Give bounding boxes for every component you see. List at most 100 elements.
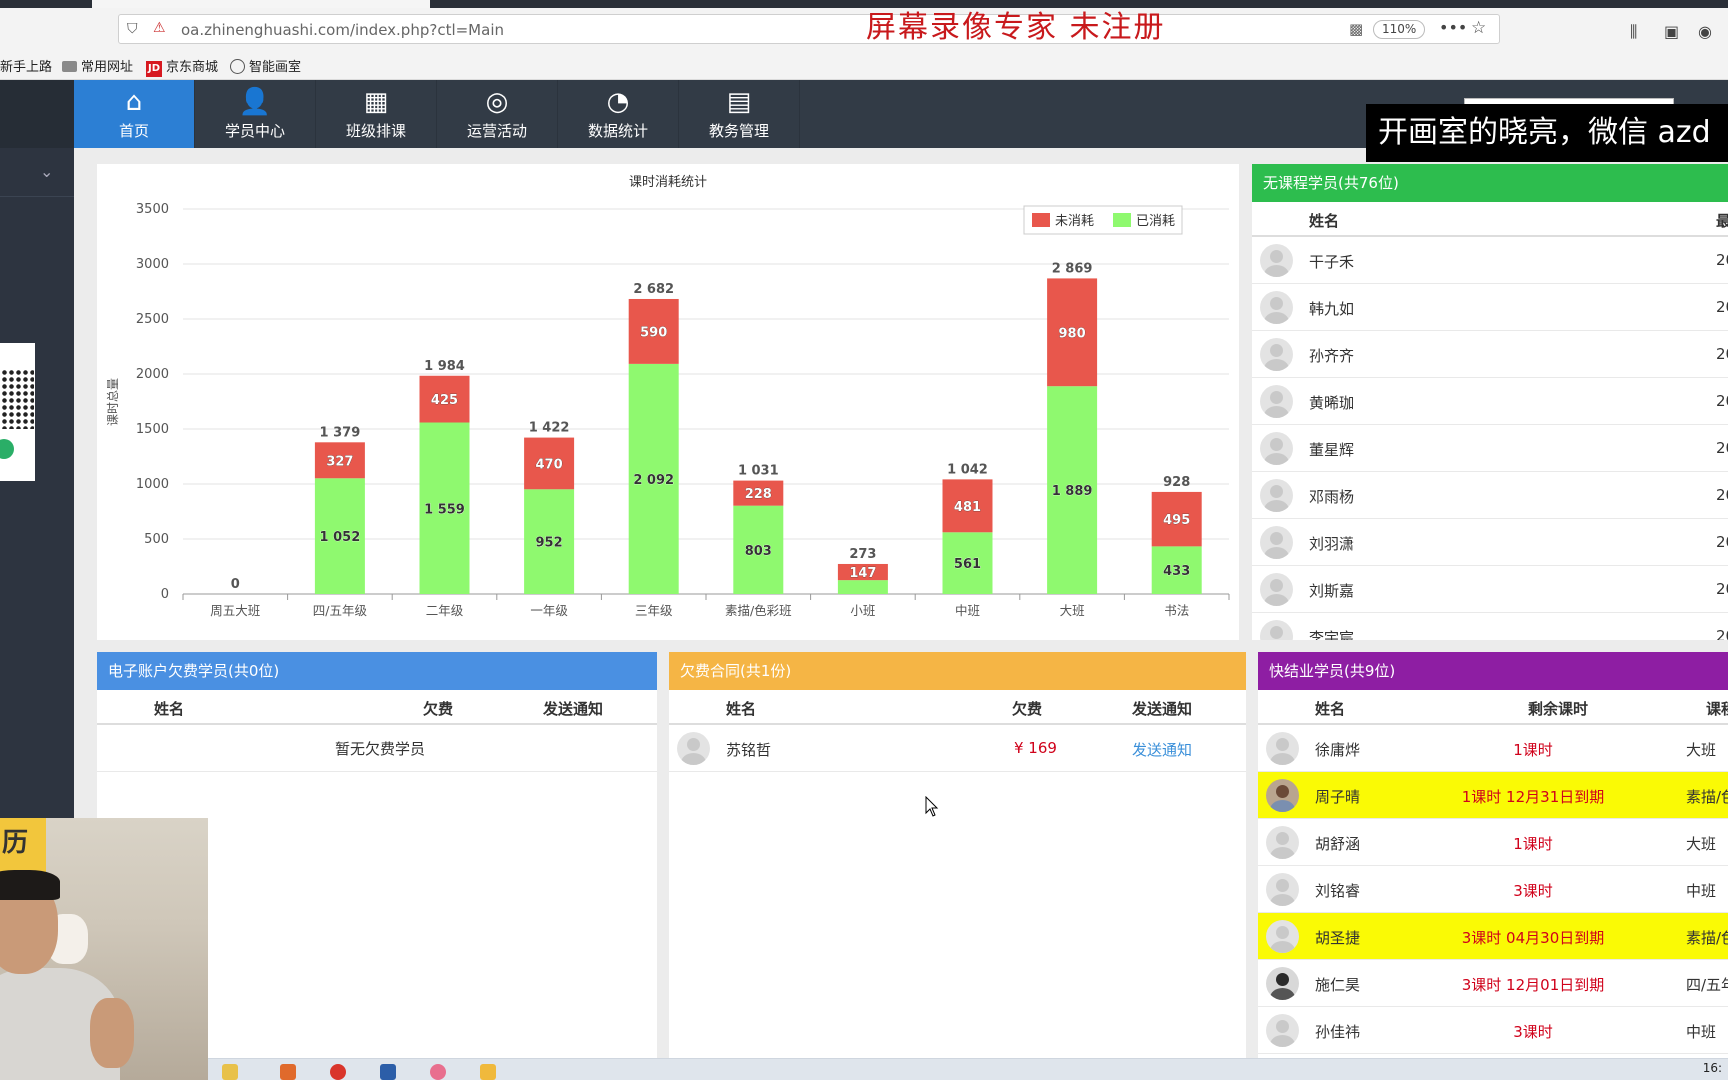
student-name[interactable]: 苏铭哲 (726, 739, 771, 760)
send-notice-link[interactable]: 发送通知 (1132, 739, 1192, 760)
col-course: 课程 (1706, 700, 1728, 718)
student-name[interactable]: 李宇宸 (1309, 627, 1354, 640)
student-name[interactable]: 干子禾 (1309, 251, 1354, 272)
course-name: 大班 (1686, 835, 1717, 853)
col-notify: 发送通知 (1132, 700, 1193, 718)
student-name[interactable]: 刘羽潇 (1309, 533, 1354, 554)
address-bar[interactable]: ⛉ ⚠ oa.zhinenghuashi.com/index.php?ctl=M… (118, 14, 1500, 44)
bookmark-star-icon[interactable]: ☆ (1471, 18, 1486, 38)
app-icon[interactable] (280, 1064, 296, 1080)
nav-item-label: 数据统计 (587, 122, 648, 140)
qr-code-image (0, 369, 34, 429)
library-icon[interactable]: ⫼ (1630, 22, 1637, 42)
student-name[interactable]: 孙佳祎 (1315, 1021, 1360, 1042)
nav-item-4[interactable]: ◔ 数据统计 (558, 80, 679, 148)
bookmark-smart-studio[interactable]: 智能画室 (230, 56, 301, 75)
bookmark-new-user[interactable]: 新手上路 (0, 56, 52, 75)
app-icon[interactable] (380, 1064, 396, 1080)
col-name: 姓名 (1315, 700, 1346, 718)
last-date: 20 (1716, 533, 1728, 551)
shield-icon[interactable]: ⛉ (127, 21, 138, 37)
avatar (1260, 526, 1293, 559)
y-tick-label: 3500 (136, 202, 169, 217)
sidebar-divider (0, 196, 74, 197)
document-gear-icon: ▤ (726, 87, 752, 117)
student-name[interactable]: 徐庸烨 (1315, 739, 1360, 760)
y-tick-label: 0 (161, 587, 169, 602)
chart-legend: 未消耗 已消耗 (1023, 205, 1183, 235)
last-date: 20 (1716, 345, 1728, 363)
legend-swatch-remaining[interactable] (1032, 213, 1050, 227)
student-name[interactable]: 施仁昊 (1315, 974, 1360, 995)
folder-icon[interactable] (222, 1064, 238, 1080)
student-name[interactable]: 周子晴 (1315, 786, 1360, 807)
more-icon[interactable]: ••• (1439, 18, 1467, 37)
remaining-lessons: 3课时 04月30日到期 (1461, 929, 1605, 947)
nav-item-0[interactable]: ⌂ 首页 (74, 80, 195, 148)
student-name[interactable]: 孙齐齐 (1309, 345, 1354, 366)
x-tick-label: 一年级 (530, 603, 568, 618)
calendar-icon: ▦ (363, 87, 389, 117)
chart-svg: 课时消耗统计 0 500 1000 1500 2000 2500 3000 3500 课时总量周五… (106, 175, 1230, 618)
table-row: 李宇宸 20 (1252, 613, 1728, 640)
bar-total-label: 1 379 (320, 425, 361, 440)
no-course-students-panel: 无课程学员(共76位) 姓名 最 干子禾20韩九如20孙齐齐20黄晞珈20董星辉… (1252, 164, 1728, 640)
legend-swatch-consumed[interactable] (1113, 213, 1131, 227)
col-arrears: 欠费 (1012, 700, 1043, 718)
zoom-level[interactable]: 110% (1373, 20, 1426, 39)
nav-item-1[interactable]: 👤 学员中心 (195, 80, 316, 148)
bar-label-consumed: 2 092 (633, 473, 674, 488)
bookmark-label: 常用网址 (81, 60, 134, 75)
student-name[interactable]: 邓雨杨 (1309, 486, 1354, 507)
student-name[interactable]: 黄晞珈 (1309, 392, 1354, 413)
y-tick-label: 500 (144, 532, 169, 547)
col-last: 最 (1716, 212, 1728, 230)
jd-logo-icon: JD (146, 61, 162, 77)
browser-tab-strip (0, 0, 1728, 8)
student-name[interactable]: 胡圣捷 (1315, 927, 1360, 948)
qr-code-icon[interactable]: ▩ (1349, 20, 1363, 38)
panel-title: 电子账户欠费学员(共0位) (97, 652, 657, 690)
legend-label-consumed[interactable]: 已消耗 (1136, 214, 1175, 229)
student-name[interactable]: 韩九如 (1309, 298, 1354, 319)
browser-toolbar: ⛉ ⚠ oa.zhinenghuashi.com/index.php?ctl=M… (0, 8, 1728, 50)
student-name[interactable]: 刘斯嘉 (1309, 580, 1354, 601)
last-date: 20 (1716, 580, 1728, 598)
arrears-contract-panel: 欠费合同(共1份) 姓名 欠费 发送通知 苏铭哲 ¥ 169 发送通知 (669, 652, 1246, 1080)
pie-chart-icon: ◔ (606, 87, 630, 117)
panel-title: 快结业学员(共9位) (1258, 652, 1728, 690)
course-name: 中班 (1686, 882, 1717, 900)
nav-item-2[interactable]: ▦ 班级排课 (316, 80, 437, 148)
student-name[interactable]: 刘铭睿 (1315, 880, 1360, 901)
course-name: 中班 (1686, 1023, 1717, 1041)
browser-active-tab[interactable] (92, 0, 430, 8)
avatar (1266, 779, 1299, 812)
insecure-lock-icon[interactable]: ⚠ (153, 20, 166, 36)
sidebar-toggle-icon[interactable]: ▣ (1664, 22, 1679, 41)
col-arrears: 欠费 (423, 700, 454, 718)
account-icon[interactable]: ◉ (1698, 22, 1712, 41)
url-text[interactable]: oa.zhinenghuashi.com/index.php?ctl=Main (181, 21, 504, 39)
bookmark-jd[interactable]: JD 京东商城 (146, 56, 218, 77)
course-name: 素描/色 (1686, 929, 1728, 947)
lifebuoy-icon: ◎ (485, 87, 509, 117)
nav-item-3[interactable]: ◎ 运营活动 (437, 80, 558, 148)
nav-item-5[interactable]: ▤ 教务管理 (679, 80, 800, 148)
student-name[interactable]: 董星辉 (1309, 439, 1354, 460)
app-icon[interactable] (430, 1064, 446, 1080)
legend-label-remaining[interactable]: 未消耗 (1055, 214, 1094, 229)
last-date: 20 (1716, 392, 1728, 410)
course-name: 素描/色 (1686, 788, 1728, 806)
table-row: 刘羽潇 20 (1252, 519, 1728, 566)
mouse-cursor-icon (925, 796, 939, 817)
bookmark-common-sites[interactable]: 常用网址 (62, 56, 133, 75)
bar-label-consumed: 561 (954, 557, 981, 572)
student-name[interactable]: 胡舒涵 (1315, 833, 1360, 854)
chevron-down-icon[interactable]: ⌄ (40, 162, 53, 181)
record-icon[interactable] (330, 1064, 346, 1080)
bar-consumed[interactable] (837, 580, 888, 594)
app-icon[interactable] (480, 1064, 496, 1080)
avatar (1266, 920, 1299, 953)
x-tick-label: 二年级 (426, 603, 464, 618)
avatar (1260, 244, 1293, 277)
